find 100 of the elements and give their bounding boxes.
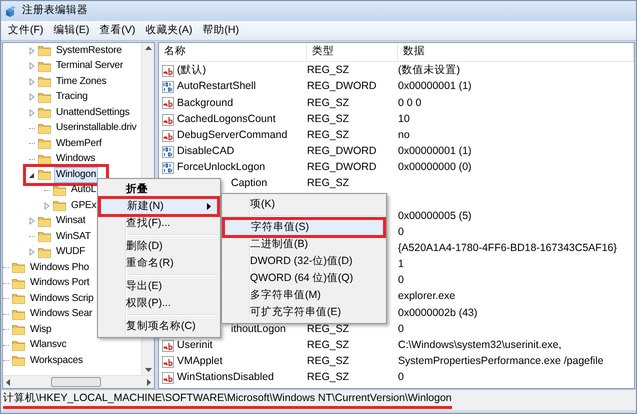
value-type: REG_DWORD <box>307 80 376 92</box>
value-name: Userinit <box>177 338 213 353</box>
folder-icon <box>38 60 51 72</box>
value-type: REG_SZ <box>307 338 350 351</box>
tree-item[interactable]: SystemRestore <box>54 43 124 59</box>
menu-item[interactable]: 项(K) <box>224 196 384 213</box>
horizontal-scrollbar[interactable] <box>3 375 154 388</box>
value-type: REG_SZ <box>307 96 350 109</box>
value-data: 0x0000002b (43) <box>398 306 478 319</box>
menu-item[interactable]: 查找(F)... <box>100 215 218 232</box>
menu-item[interactable]: DWORD (32-位)值(D) <box>224 253 384 270</box>
tree-item[interactable]: Wlansvc <box>28 337 68 354</box>
menu-bar-item[interactable]: 帮助(H) <box>197 22 244 38</box>
tree-item[interactable]: Windows Scrip <box>28 290 96 307</box>
value-type: REG_SZ <box>307 64 350 76</box>
menu-item[interactable]: 导出(E) <box>100 278 218 295</box>
tree-item[interactable]: Windows Sear <box>28 306 94 322</box>
menu-item[interactable]: 折叠 <box>100 181 218 198</box>
folder-icon <box>38 76 51 88</box>
tree-item[interactable]: AutoL <box>69 182 98 198</box>
tree-item[interactable]: Userinstallable.driv <box>54 120 138 136</box>
folder-icon <box>38 45 51 56</box>
folder-icon <box>12 262 25 274</box>
menu-bar-item[interactable]: 收藏夹(A) <box>140 22 198 38</box>
value-type: REG_SZ <box>307 371 350 384</box>
tree-item[interactable]: Workspaces <box>28 352 85 369</box>
tree-item[interactable]: Tracing <box>54 89 90 106</box>
menu-bar-item[interactable]: 文件(F) <box>3 22 48 38</box>
folder-icon <box>38 246 51 258</box>
menu-item[interactable]: 新建(N) <box>98 196 220 217</box>
menu-item[interactable]: 二进制值(B) <box>224 236 384 253</box>
menu-item[interactable]: 重命名(R) <box>100 255 218 272</box>
value-name: CachedLogonsCount <box>177 112 276 127</box>
column-header[interactable]: 名称 <box>159 43 307 61</box>
value-data: 0x00000000 (0) <box>398 161 472 174</box>
folder-icon <box>12 355 25 366</box>
menu-item[interactable]: 复制项名称(C) <box>100 318 218 335</box>
tree-item[interactable]: Windows <box>54 151 98 168</box>
menu-item[interactable]: 删除(D) <box>100 238 218 255</box>
value-name: ithoutLogon <box>231 322 286 337</box>
string-value-icon <box>162 65 174 78</box>
window-title: 注册表编辑器 <box>22 3 88 18</box>
menu-item[interactable]: 多字符串值(M) <box>224 287 384 304</box>
collapse-arrow-icon[interactable] <box>29 170 35 179</box>
value-data: explorer.exe <box>398 290 456 302</box>
value-data: 0x00000005 (5) <box>398 210 472 222</box>
tree-item[interactable]: Windows Port <box>28 275 92 292</box>
tree-item[interactable]: WbemPerf <box>54 136 104 152</box>
binary-value-icon <box>162 146 174 158</box>
menu-item[interactable]: 权限(P)... <box>100 295 218 312</box>
folder-icon <box>12 308 25 320</box>
value-data: 0 <box>398 226 404 238</box>
tree-item[interactable]: Windows Pho <box>28 260 91 276</box>
tree-item[interactable]: UnattendSettings <box>54 104 132 121</box>
tree-item[interactable]: Wisp <box>28 322 54 338</box>
expand-arrow-icon[interactable] <box>44 202 50 210</box>
scroll-up-icon[interactable] <box>144 46 152 50</box>
value-type: REG_DWORD <box>307 161 376 174</box>
status-path: 计算机\HKEY_LOCAL_MACHINE\SOFTWARE\Microsoft\Windows NT\CurrentVersion\Winlogon <box>3 390 452 410</box>
value-type: REG_SZ <box>307 177 350 190</box>
expand-arrow-icon[interactable] <box>29 248 35 256</box>
folder-icon <box>38 122 51 134</box>
menu-item[interactable]: QWORD (64 位)值(Q) <box>224 270 384 287</box>
value-data: (数值未设置) <box>398 64 460 76</box>
value-name: DisableCAD <box>177 144 234 159</box>
column-header[interactable]: 类型 <box>307 43 398 61</box>
tree-item[interactable]: WinSAT <box>54 228 93 245</box>
string-value-icon <box>162 356 174 368</box>
folder-icon <box>12 293 25 304</box>
folder-icon <box>12 324 25 336</box>
tree-item[interactable]: Terminal Server <box>54 58 126 74</box>
string-value-icon <box>162 114 174 126</box>
value-data: 0 <box>398 322 404 335</box>
scroll-right-icon[interactable] <box>147 378 151 386</box>
tree-item[interactable]: Time Zones <box>54 74 108 90</box>
tree-item[interactable]: WUDF <box>54 244 88 260</box>
folder-icon <box>38 231 51 242</box>
string-value-icon <box>162 97 174 110</box>
scroll-left-icon[interactable] <box>6 378 10 386</box>
folder-icon <box>53 200 66 212</box>
tree-item[interactable]: Winsat <box>54 213 88 230</box>
value-type: REG_SZ <box>307 355 350 368</box>
value-data: 10 <box>398 112 410 125</box>
value-name: AutoRestartShell <box>177 79 256 94</box>
column-header[interactable]: 数据 <box>398 43 634 61</box>
menu-item[interactable]: 可扩充字符串值(E) <box>224 304 384 321</box>
menu-item[interactable]: 字符串值(S) <box>222 217 386 238</box>
value-data: 0 <box>398 371 404 384</box>
menu-bar-item[interactable]: 编辑(E) <box>48 22 94 38</box>
value-name: VMApplet <box>177 354 223 370</box>
folder-icon <box>38 107 51 118</box>
scroll-down-icon[interactable] <box>144 368 152 372</box>
value-type: REG_SZ <box>307 128 350 141</box>
tree-item[interactable]: GPEx <box>69 198 98 214</box>
expand-arrow-icon[interactable] <box>29 217 35 226</box>
menu-bar-item[interactable]: 查看(V) <box>94 22 140 38</box>
string-value-icon <box>162 130 174 142</box>
value-data: 0x00000001 (1) <box>398 144 472 157</box>
tree-item[interactable]: Winlogon <box>54 166 98 183</box>
value-type: REG_SZ <box>307 322 350 335</box>
